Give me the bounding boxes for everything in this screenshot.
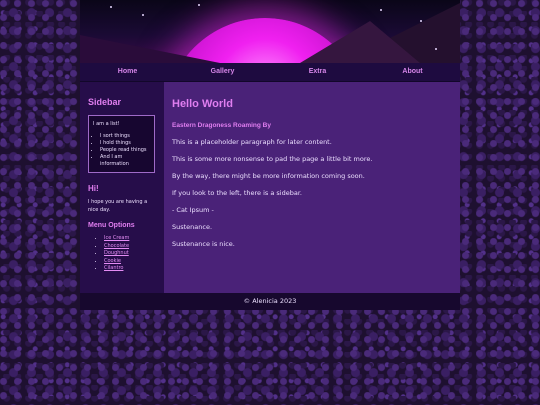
menu-item: Cookie (104, 258, 156, 266)
nav-gallery[interactable]: Gallery (175, 63, 270, 81)
footer: © Alenicia 2023 (80, 293, 460, 310)
menu-options-list: Ice Cream Chocolate Doughnut Cookie Cila… (88, 235, 156, 273)
list-item: And I am information (100, 154, 150, 168)
page-container: Home Gallery Extra About Sidebar I am a … (80, 0, 460, 310)
main-content: Hello World Eastern Dragoness Roaming By… (164, 82, 460, 293)
list-item: I sort things (100, 133, 150, 140)
menu-link-doughnut[interactable]: Doughnut (104, 250, 129, 256)
menu-options-heading: Menu Options (88, 222, 135, 229)
sidebar-list: I sort things I hold things People read … (93, 133, 150, 168)
paragraph: Sustenance is nice. (172, 240, 235, 248)
header-banner-image (80, 0, 460, 63)
nav-about[interactable]: About (365, 63, 460, 81)
nav-home[interactable]: Home (80, 63, 175, 81)
hi-text: I hope you are having a nice day. (88, 199, 148, 213)
nav-extra[interactable]: Extra (270, 63, 365, 81)
paragraph: If you look to the left, there is a side… (172, 189, 302, 197)
paragraph: This is a placeholder paragraph for late… (172, 138, 332, 146)
star (142, 14, 144, 16)
menu-link-cilantro[interactable]: Cilantro (104, 265, 123, 271)
paragraph: - Cat Ipsum - (172, 206, 214, 214)
star (198, 4, 200, 6)
paragraph: This is some more nonsense to pad the pa… (172, 155, 373, 163)
page-title: Hello World (172, 98, 233, 110)
menu-item: Ice Cream (104, 235, 156, 243)
star (435, 48, 437, 50)
sidebar: Sidebar I am a list! I sort things I hol… (80, 82, 164, 293)
menu-item: Chocolate (104, 243, 156, 251)
list-intro: I am a list! (93, 121, 120, 127)
list-item: I hold things (100, 140, 150, 147)
menu-item: Cilantro (104, 265, 156, 273)
hi-heading: Hi! (88, 184, 99, 193)
menu-link-cookie[interactable]: Cookie (104, 258, 121, 264)
page-subtitle: Eastern Dragoness Roaming By (172, 122, 271, 129)
star (420, 20, 422, 22)
mountain-right-front (300, 21, 420, 63)
sidebar-title: Sidebar (88, 97, 122, 107)
menu-link-chocolate[interactable]: Chocolate (104, 243, 129, 249)
menu-link-ice-cream[interactable]: Ice Cream (104, 235, 129, 241)
list-item: People read things (100, 147, 150, 154)
copyright-text: © Alenicia 2023 (243, 297, 297, 305)
mountain-left (80, 35, 220, 63)
sidebar-list-box: I am a list! I sort things I hold things… (88, 115, 155, 173)
paragraph: By the way, there might be more informat… (172, 172, 365, 180)
content-columns: Sidebar I am a list! I sort things I hol… (80, 82, 460, 293)
star (110, 6, 112, 8)
paragraph: Sustenance. (172, 223, 213, 231)
menu-item: Doughnut (104, 250, 156, 258)
star (380, 9, 382, 11)
top-nav: Home Gallery Extra About (80, 63, 460, 82)
